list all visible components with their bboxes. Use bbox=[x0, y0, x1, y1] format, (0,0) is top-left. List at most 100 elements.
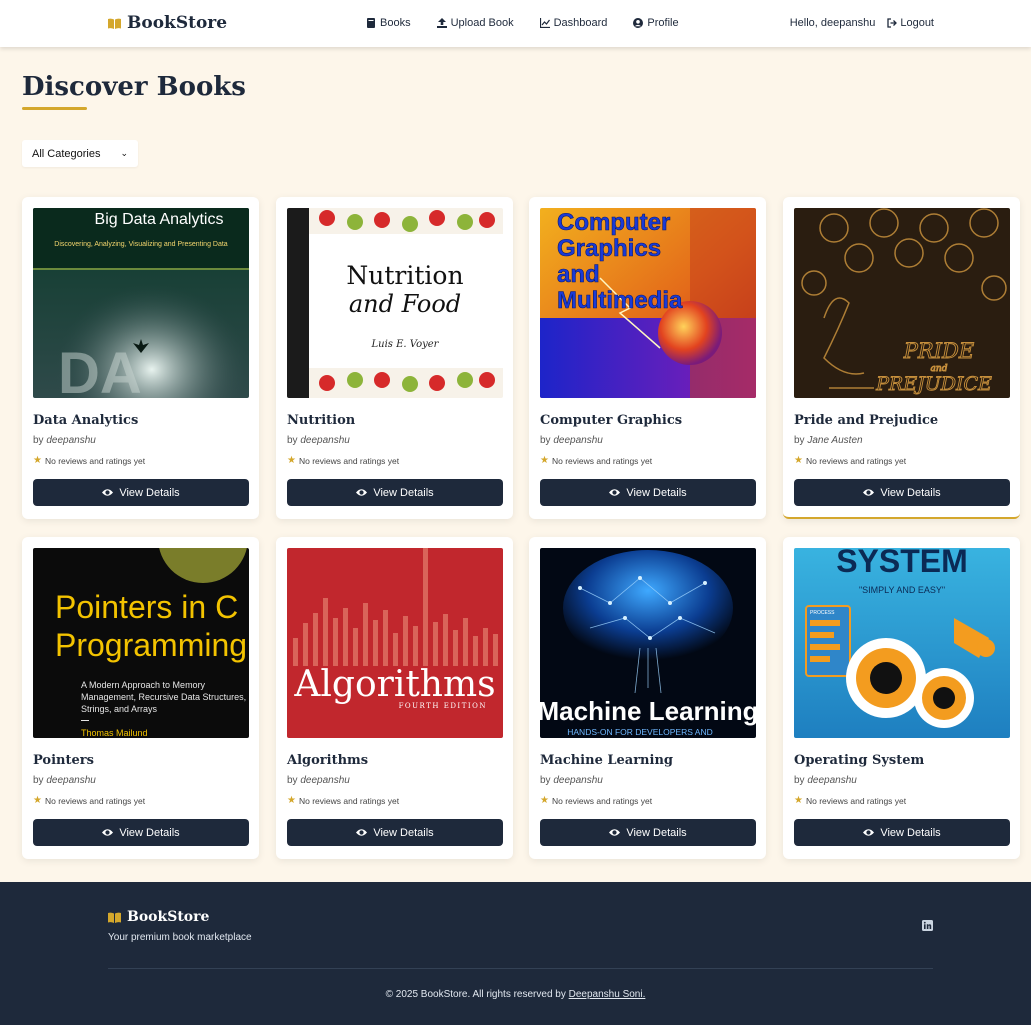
book-cover-image: Pointers in C Programming A Modern Appro… bbox=[33, 548, 249, 738]
rating-text: No reviews and ratings yet bbox=[551, 795, 653, 806]
footer-divider bbox=[108, 968, 933, 969]
eye-icon bbox=[863, 489, 875, 496]
author-prefix: by bbox=[33, 775, 44, 786]
svg-text:HANDS-ON FOR DEVELOPERS AND: HANDS-ON FOR DEVELOPERS AND bbox=[567, 727, 712, 737]
rating-text: No reviews and ratings yet bbox=[805, 795, 907, 806]
author-name: Jane Austen bbox=[807, 435, 863, 446]
book-cover-image: Big Data Analytics Discovering, Analyzin… bbox=[33, 208, 249, 398]
book-card: SYSTEM "SIMPLY AND EASY" PROCESS Operati… bbox=[783, 537, 1020, 859]
eye-icon bbox=[102, 829, 114, 836]
book-title[interactable]: Machine Learning bbox=[540, 753, 673, 768]
view-details-button[interactable]: View Details bbox=[287, 479, 503, 506]
nav-dashboard[interactable]: Dashboard bbox=[539, 17, 607, 29]
linkedin-icon[interactable] bbox=[922, 920, 933, 931]
book-author: by deepanshu bbox=[794, 775, 857, 786]
nav-upload-label: Upload Book bbox=[450, 17, 514, 29]
author-prefix: by bbox=[540, 775, 551, 786]
eye-icon bbox=[863, 829, 875, 836]
star-icon: ★ bbox=[794, 795, 803, 806]
book-card: Big Data Analytics Discovering, Analyzin… bbox=[22, 197, 259, 519]
view-details-label: View Details bbox=[626, 826, 687, 839]
svg-text:PRIDE: PRIDE bbox=[903, 339, 974, 363]
book-title[interactable]: Operating System bbox=[794, 753, 924, 768]
star-icon: ★ bbox=[287, 795, 296, 806]
author-prefix: by bbox=[540, 435, 551, 446]
svg-text:and Food: and Food bbox=[349, 290, 461, 318]
user-circle-icon bbox=[633, 18, 644, 28]
category-select[interactable]: All Categories ⌄ bbox=[22, 140, 138, 167]
book-title[interactable]: Nutrition bbox=[287, 413, 355, 428]
book-card: Algorithms FOURTH EDITION Algorithms by … bbox=[276, 537, 513, 859]
book-title[interactable]: Pointers bbox=[33, 753, 94, 768]
rating-text: No reviews and ratings yet bbox=[805, 455, 907, 466]
logout-icon bbox=[887, 18, 898, 28]
book-cover: Nutrition and Food Luis E. Voyer bbox=[287, 208, 503, 398]
star-icon: ★ bbox=[33, 455, 42, 466]
book-rating: ★ No reviews and ratings yet bbox=[794, 455, 906, 466]
footer-brand: BookStore bbox=[108, 909, 209, 925]
book-cover: Big Data Analytics Discovering, Analyzin… bbox=[33, 208, 249, 398]
book-title[interactable]: Algorithms bbox=[287, 753, 368, 768]
author-prefix: by bbox=[33, 435, 44, 446]
view-details-button[interactable]: View Details bbox=[33, 479, 249, 506]
view-details-button[interactable]: View Details bbox=[794, 479, 1010, 506]
view-details-button[interactable]: View Details bbox=[540, 479, 756, 506]
svg-text:DA: DA bbox=[58, 341, 142, 398]
brand-logo-link[interactable]: BookStore bbox=[108, 13, 227, 33]
author-name: deepanshu bbox=[46, 775, 96, 786]
category-select-value: All Categories bbox=[32, 147, 101, 160]
top-navbar: BookStore Books Upload Book Dashboard Pr… bbox=[0, 0, 1031, 47]
book-title[interactable]: Data Analytics bbox=[33, 413, 138, 428]
chart-line-icon bbox=[539, 18, 550, 28]
book-card: Computer Graphics and Multimedia Compute… bbox=[529, 197, 766, 519]
book-cover-image: Nutrition and Food Luis E. Voyer bbox=[287, 208, 503, 398]
author-name: deepanshu bbox=[300, 775, 350, 786]
author-link[interactable]: Deepanshu Soni. bbox=[569, 989, 646, 1000]
author-name: deepanshu bbox=[807, 775, 857, 786]
book-rating: ★ No reviews and ratings yet bbox=[287, 795, 399, 806]
book-card: Pointers in C Programming A Modern Appro… bbox=[22, 537, 259, 859]
user-greeting: Hello, deepanshu bbox=[789, 17, 876, 29]
nav-upload-book[interactable]: Upload Book bbox=[436, 17, 514, 29]
view-details-button[interactable]: View Details bbox=[540, 819, 756, 846]
user-area: Hello, deepanshu Logout bbox=[790, 17, 934, 29]
book-rating: ★ No reviews and ratings yet bbox=[33, 455, 145, 466]
view-details-button[interactable]: View Details bbox=[33, 819, 249, 846]
logout-label: Logout bbox=[900, 17, 934, 29]
book-cover-image: Machine Learning HANDS-ON FOR DEVELOPERS… bbox=[540, 548, 756, 738]
svg-text:"SIMPLY AND EASY": "SIMPLY AND EASY" bbox=[859, 585, 945, 595]
book-cover: Algorithms FOURTH EDITION bbox=[287, 548, 503, 738]
author-name: deepanshu bbox=[300, 435, 350, 446]
view-details-label: View Details bbox=[373, 486, 434, 499]
rating-text: No reviews and ratings yet bbox=[298, 455, 400, 466]
svg-text:Luis E. Voyer: Luis E. Voyer bbox=[371, 339, 440, 350]
view-details-label: View Details bbox=[880, 486, 941, 499]
author-name: deepanshu bbox=[553, 435, 603, 446]
view-details-button[interactable]: View Details bbox=[287, 819, 503, 846]
title-underline bbox=[22, 107, 87, 110]
book-title[interactable]: Pride and Prejudice bbox=[794, 413, 938, 428]
book-card: PRIDE and PREJUDICE Pride and Prejudice … bbox=[783, 197, 1020, 519]
view-details-label: View Details bbox=[119, 826, 180, 839]
svg-text:Thomas Mailund: Thomas Mailund bbox=[81, 728, 148, 738]
book-card: Machine Learning HANDS-ON FOR DEVELOPERS… bbox=[529, 537, 766, 859]
nav-profile[interactable]: Profile bbox=[633, 17, 679, 29]
eye-icon bbox=[609, 489, 621, 496]
nav-profile-label: Profile bbox=[647, 17, 679, 29]
svg-text:Multimedia: Multimedia bbox=[557, 287, 683, 314]
svg-text:Computer: Computer bbox=[557, 209, 670, 236]
footer-brand-name: BookStore bbox=[127, 909, 210, 925]
book-cover-image: SYSTEM "SIMPLY AND EASY" PROCESS bbox=[794, 548, 1010, 738]
svg-text:Graphics: Graphics bbox=[557, 235, 661, 262]
svg-text:and: and bbox=[557, 261, 600, 288]
author-name: deepanshu bbox=[553, 775, 603, 786]
book-cover: Computer Graphics and Multimedia bbox=[540, 208, 756, 398]
view-details-button[interactable]: View Details bbox=[794, 819, 1010, 846]
author-prefix: by bbox=[287, 435, 298, 446]
svg-text:Pointers in C: Pointers in C bbox=[55, 589, 238, 625]
nav-books[interactable]: Books bbox=[366, 17, 411, 29]
book-title[interactable]: Computer Graphics bbox=[540, 413, 682, 428]
brand-name: BookStore bbox=[127, 13, 228, 33]
logout-link[interactable]: Logout bbox=[887, 17, 934, 29]
footer-tagline: Your premium book marketplace bbox=[108, 932, 252, 943]
